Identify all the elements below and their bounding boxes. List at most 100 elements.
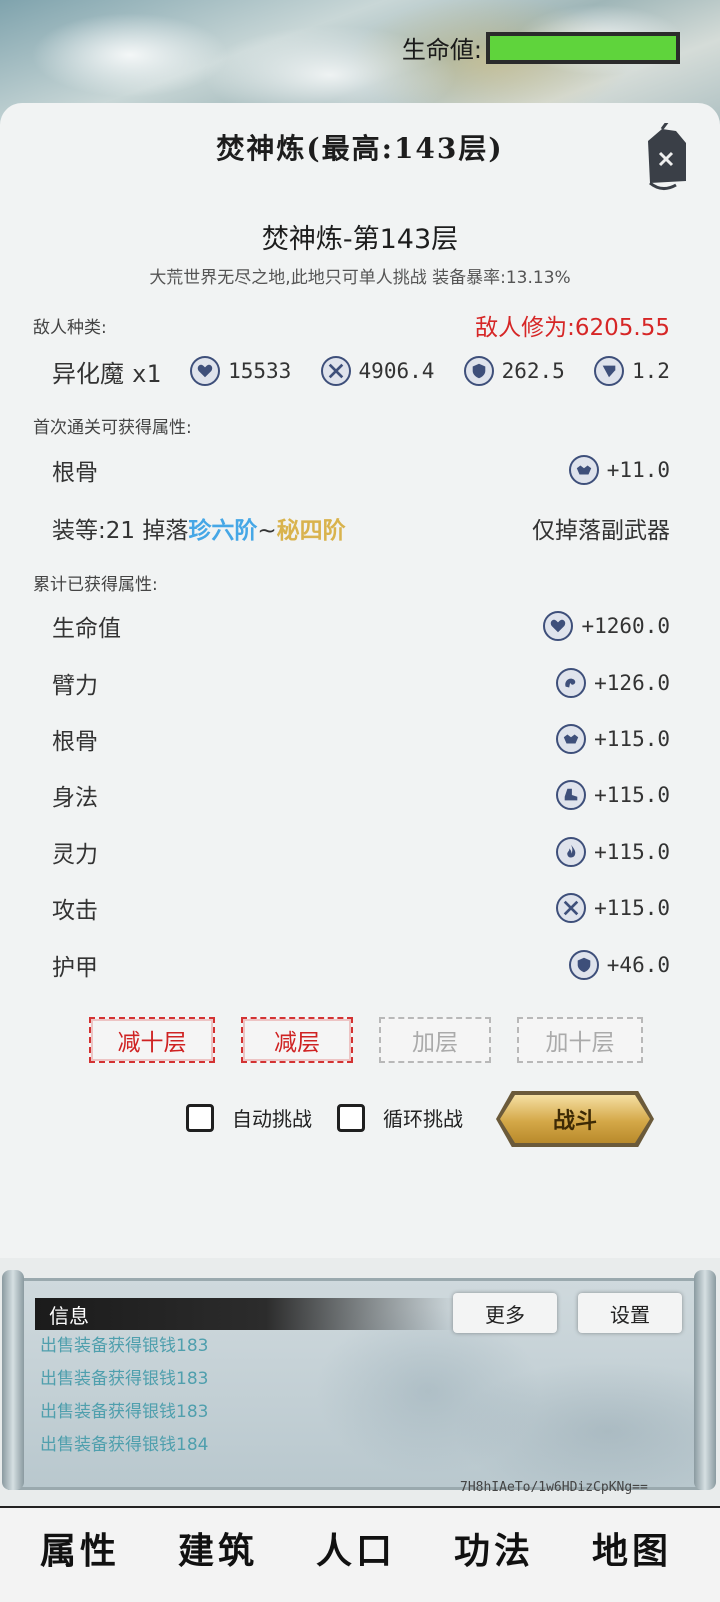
enemy-hp: 15533 <box>190 356 291 386</box>
accumulated-row: 臂力 +126.0 <box>52 663 670 703</box>
attr-name: 身法 <box>52 785 98 811</box>
loop-challenge-label: 循环挑战 <box>383 1107 463 1131</box>
nav-population[interactable]: 人口 <box>306 1522 406 1574</box>
settings-button[interactable]: 设置 <box>578 1293 682 1333</box>
minus-floor-button[interactable]: 减层 <box>241 1017 353 1063</box>
gear-level: 装等:21 掉落 <box>52 518 189 544</box>
enemy-power: 敌人修为:6205.55 <box>475 315 670 341</box>
constitution-icon <box>568 455 599 485</box>
accumulated-section-label: 累计已获得属性: <box>33 575 158 595</box>
attr-name: 攻击 <box>52 898 98 924</box>
attr-value: +126.0 <box>594 671 670 695</box>
attr-stat: +115.0 <box>556 724 670 754</box>
attr-name: 生命值 <box>52 616 121 642</box>
loop-challenge-option[interactable]: 循环挑战 <box>337 1103 463 1132</box>
enemy-armor: 262.5 <box>463 356 565 386</box>
log-list[interactable]: 出售装备获得银钱183 出售装备获得银钱183 出售装备获得银钱183 出售装备… <box>40 1330 660 1470</box>
enemy-hp-value: 15533 <box>228 359 292 383</box>
hp-bar <box>486 31 680 64</box>
attr-stat: +115.0 <box>556 837 670 867</box>
constitution-icon <box>556 724 587 754</box>
bottom-nav: 属性 建筑 人口 功法 地图 <box>0 1506 720 1602</box>
minus-ten-floors-button[interactable]: 减十层 <box>89 1017 215 1063</box>
attr-name: 臂力 <box>52 673 98 699</box>
attr-stat: +46.0 <box>568 950 670 980</box>
drop-low: 珍六阶 <box>188 518 258 544</box>
log-title: 信息 <box>35 1298 455 1330</box>
attr-value: +115.0 <box>594 727 670 751</box>
hp-display: 生命値: <box>402 30 680 65</box>
floor-title: 焚神炼-第143层 <box>261 224 459 255</box>
swords-icon <box>556 893 587 923</box>
attr-stat: +115.0 <box>556 780 670 810</box>
trial-panel: 焚神炼(最高:143层) 焚神炼-第143层 大荒世界无尽之地,此地只可单人挑战… <box>0 103 720 1258</box>
more-button[interactable]: 更多 <box>453 1293 557 1333</box>
plus-ten-floors-button[interactable]: 加十层 <box>517 1017 643 1063</box>
shield-icon <box>463 356 494 386</box>
swords-icon <box>320 356 351 386</box>
attr-stat: +126.0 <box>556 668 670 698</box>
attr-name: 灵力 <box>52 842 98 868</box>
drop-sep: ~ <box>257 518 277 544</box>
scroll-rod-left <box>2 1270 24 1490</box>
floor-description: 大荒世界无尽之地,此地只可单人挑战 装备暴率:13.13% <box>149 268 571 288</box>
strength-icon <box>556 668 587 698</box>
enemy-attack-value: 4906.4 <box>358 359 435 383</box>
nav-attributes[interactable]: 属性 <box>30 1522 130 1574</box>
attr-name: 护甲 <box>52 955 98 981</box>
speed-icon <box>594 356 625 386</box>
attr-value: +46.0 <box>606 953 670 977</box>
enemy-name: 异化魔 x1 <box>52 354 161 389</box>
boot-icon <box>556 780 587 810</box>
log-line: 出售装备获得银钱183 <box>40 1369 209 1389</box>
drop-range: 装等:21 掉落珍六阶~秘四阶 <box>52 511 346 545</box>
log-line: 出售装备获得银钱183 <box>40 1402 209 1422</box>
accumulated-row: 护甲 +46.0 <box>52 945 670 985</box>
panel-title: 焚神炼(最高:143层) <box>216 132 504 165</box>
shield-icon <box>568 950 599 980</box>
attr-value: +115.0 <box>594 783 670 807</box>
scroll-rod-right <box>694 1270 716 1490</box>
log-line: 出售装备获得银钱184 <box>40 1435 209 1455</box>
accumulated-row: 根骨 +115.0 <box>52 719 670 759</box>
attr-stat: +115.0 <box>556 893 670 923</box>
nav-buildings[interactable]: 建筑 <box>168 1522 268 1574</box>
accumulated-row: 生命值 +1260.0 <box>52 606 670 646</box>
accumulated-row: 灵力 +115.0 <box>52 832 670 872</box>
enemy-row: 异化魔 x1 15533 4906.4 262.5 1.2 <box>52 351 670 391</box>
attr-value: +115.0 <box>594 840 670 864</box>
drop-high: 秘四阶 <box>276 518 346 544</box>
drop-info-row: 装等:21 掉落珍六阶~秘四阶 仅掉落副武器 <box>52 508 670 548</box>
enemy-section-label: 敌人种类: <box>33 318 107 338</box>
heart-icon <box>543 611 574 641</box>
hp-label: 生命値: <box>401 36 482 64</box>
drop-note: 仅掉落副武器 <box>532 518 670 544</box>
first-clear-section-label: 首次通关可获得属性: <box>33 418 192 438</box>
hp-bar-fill <box>490 35 676 60</box>
auto-challenge-checkbox[interactable] <box>186 1103 214 1132</box>
first-clear-attr-value: +11.0 <box>606 458 670 482</box>
attr-name: 根骨 <box>52 729 98 755</box>
close-icon[interactable] <box>642 123 692 193</box>
fight-button[interactable]: 战斗 <box>500 1095 650 1143</box>
enemy-count: x1 <box>132 359 161 388</box>
accumulated-row: 身法 +115.0 <box>52 775 670 815</box>
nav-techniques[interactable]: 功法 <box>444 1522 544 1574</box>
plus-floor-button[interactable]: 加层 <box>379 1017 491 1063</box>
nav-map[interactable]: 地图 <box>582 1522 682 1574</box>
first-clear-attr-name: 根骨 <box>52 460 98 486</box>
floor-controls: 减十层 减层 加层 加十层 <box>0 1017 720 1065</box>
attr-value: +115.0 <box>594 896 670 920</box>
enemy-attack: 4906.4 <box>320 356 435 386</box>
auto-challenge-option[interactable]: 自动挑战 <box>186 1103 312 1132</box>
first-clear-attr-row: 根骨 +11.0 <box>52 450 670 490</box>
spirit-icon <box>556 837 587 867</box>
session-hash: 7H8hIAeTo/1w6HDizCpKNg== <box>460 1480 648 1495</box>
enemy-speed: 1.2 <box>594 356 670 386</box>
auto-challenge-label: 自动挑战 <box>232 1107 312 1131</box>
first-clear-attr-stat: +11.0 <box>568 455 670 485</box>
loop-challenge-checkbox[interactable] <box>337 1103 365 1132</box>
accumulated-row: 攻击 +115.0 <box>52 888 670 928</box>
enemy-speed-value: 1.2 <box>632 359 670 383</box>
enemy-name-text: 异化魔 <box>52 359 124 388</box>
